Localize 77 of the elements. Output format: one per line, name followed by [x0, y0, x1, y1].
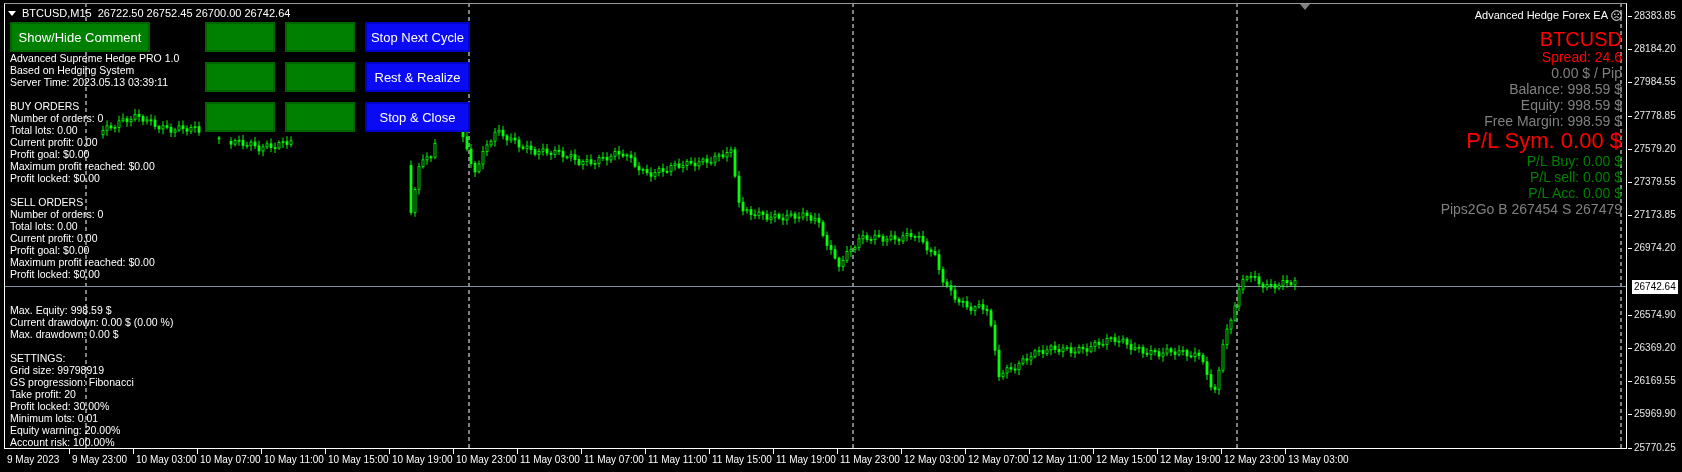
comment-line: Profit goal: $0.00 [10, 244, 90, 256]
time-label: 12 May 15:00 [1096, 453, 1157, 466]
action-button[interactable]: Stop Next Cycle [365, 22, 470, 52]
comment-line: Profit locked: $0.00 [10, 268, 100, 280]
price-label: 26369.20 [1634, 341, 1676, 355]
time-label: 11 May 23:00 [840, 453, 900, 466]
time-label: 9 May 2023 [7, 453, 60, 466]
time-label: 11 May 07:00 [584, 453, 644, 466]
chart-symbol: BTCUSD,M15 [22, 6, 92, 20]
price-label: 27579.20 [1634, 141, 1676, 156]
time-label: 10 May 19:00 [392, 453, 453, 466]
comment-line: Total lots: 0.00 [10, 220, 78, 232]
time-label: 11 May 19:00 [776, 453, 836, 466]
comment-line: Profit locked: 30.00% [10, 400, 110, 412]
info-text: P/L Acc. 0.00 $ [1528, 185, 1622, 201]
price-label: 27173.85 [1634, 208, 1676, 223]
time-label: 10 May 11:00 [264, 453, 324, 466]
time-label: 10 May 15:00 [328, 453, 389, 466]
comment-line: Max. Equity: 998.59 $ [10, 304, 112, 316]
time-label: 12 May 19:00 [1160, 453, 1221, 466]
time-label: 10 May 07:00 [200, 453, 261, 466]
price-label: 27379.55 [1634, 175, 1676, 189]
info-text: P/L Buy: 0.00 $ [1526, 153, 1622, 169]
comment-line: Account risk: 100.00% [10, 436, 115, 448]
comment-line: Total lots: 0.00 [10, 124, 78, 136]
comment-line: Server Time: 2023.05.13 03:39:11 [10, 76, 168, 88]
time-label: 11 May 15:00 [712, 453, 772, 466]
comment-line: SELL ORDERS [10, 196, 84, 208]
time-label: 12 May 03:00 [904, 453, 965, 466]
info-text: Spread: 24.6 [1541, 49, 1622, 65]
price-label: 28383.85 [1634, 9, 1676, 23]
comment-line: Based on Hedging System [10, 64, 135, 76]
comment-line: Grid size: 99798919 [10, 364, 104, 376]
comment-line: Number of orders: 0 [10, 208, 104, 220]
info-text: BTCUSD [1539, 29, 1622, 49]
time-label: 13 May 03:00 [1288, 453, 1349, 466]
info-text: P/L Sym. 0.00 $ [1466, 129, 1622, 153]
comment-line: GS progression: Fibonacci [10, 376, 134, 388]
comment-line: Current profit: 0.00 [10, 232, 98, 244]
comment-line: Profit goal: $0.00 [10, 148, 90, 160]
current-price-label: 26742.64 [1632, 280, 1678, 294]
show-hide-comment-button[interactable]: Show/Hide Comment [10, 22, 150, 52]
price-label: 26574.90 [1634, 307, 1676, 322]
time-label: 12 May 23:00 [1224, 453, 1285, 466]
ea-title: Advanced Hedge Forex EA [1474, 8, 1608, 22]
time-label: 11 May 11:00 [648, 453, 708, 466]
comment-line: Minimum lots: 0.01 [10, 412, 99, 424]
comment-line: Current profit: 0.00 [10, 136, 98, 148]
time-label: 12 May 11:00 [1032, 453, 1092, 466]
price-label: 25969.90 [1634, 407, 1676, 422]
comment-line: Maximum profit reached: $0.00 [10, 256, 155, 268]
price-label: 27984.55 [1634, 75, 1676, 90]
price-label: 26974.20 [1634, 241, 1676, 256]
comment-line: Maximum profit reached: $0.00 [10, 160, 155, 172]
comment-line: BUY ORDERS [10, 100, 80, 112]
comment-line: Advanced Supreme Hedge PRO 1.0 [10, 52, 180, 64]
price-label: 27778.85 [1634, 108, 1676, 123]
comment-line: Equity warning: 20.00% [10, 424, 121, 436]
price-label: 25770.25 [1634, 440, 1676, 455]
price-label: 26169.55 [1634, 374, 1676, 389]
action-button[interactable]: Rest & Realize [365, 62, 470, 92]
comment-line: Max. drawdown: 0.00 $ [10, 328, 119, 340]
comment-line: Take profit: 20 [10, 388, 76, 400]
comment-line: Profit locked: $0.00 [10, 172, 100, 184]
time-label: 11 May 03:00 [520, 453, 580, 466]
comment-line: Number of orders: 0 [10, 112, 104, 124]
chart-quote: 26722.50 26752.45 26700.00 26742.64 [97, 6, 291, 20]
time-label: 10 May 03:00 [136, 453, 197, 466]
comment-line: Current drawdown: 0.00 $ (0.00 %) [10, 316, 174, 328]
price-label: 28184.20 [1634, 42, 1676, 57]
info-text: Pips2Go B 267454 S 267479 [1440, 201, 1622, 217]
time-label: 10 May 23:00 [456, 453, 517, 466]
action-button[interactable]: Stop & Close [365, 102, 470, 132]
time-label: 9 May 23:00 [72, 453, 128, 466]
comment-line: SETTINGS: [10, 352, 66, 364]
time-label: 12 May 07:00 [968, 453, 1029, 466]
info-text: P/L sell: 0.00 $ [1529, 169, 1622, 185]
